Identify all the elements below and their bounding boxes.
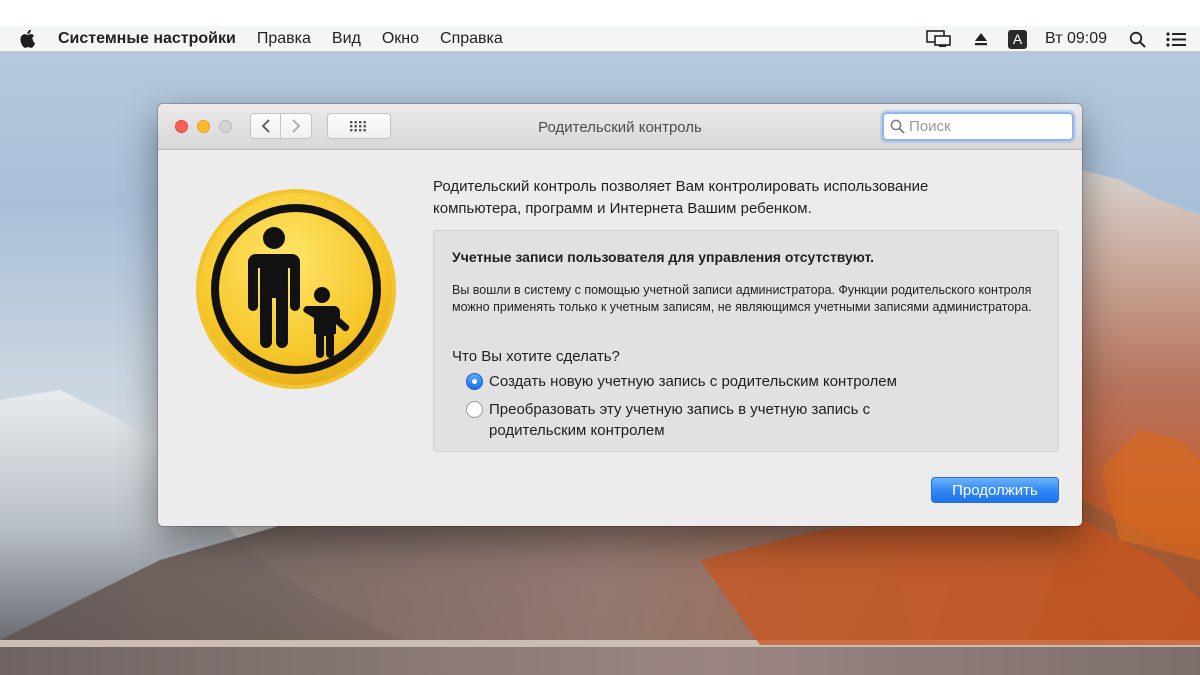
- search-input[interactable]: [909, 118, 1059, 135]
- window-content: Родительский контроль позволяет Вам конт…: [158, 150, 1082, 526]
- panel-heading: Учетные записи пользователя для управлен…: [452, 249, 874, 265]
- menu-edit[interactable]: Правка: [257, 30, 311, 48]
- action-question: Что Вы хотите сделать?: [452, 348, 620, 365]
- parental-controls-icon: [196, 189, 396, 389]
- screen-mirroring-icon[interactable]: [926, 30, 952, 48]
- intro-text: Родительский контроль позволяет Вам конт…: [433, 178, 929, 217]
- info-panel: Учетные записи пользователя для управлен…: [433, 230, 1059, 452]
- clock[interactable]: Вт 09:09: [1045, 30, 1107, 48]
- radio-create-account[interactable]: [466, 373, 483, 390]
- panel-description: Вы вошли в систему с помощью учетной зап…: [452, 283, 1032, 314]
- status-menus: A Вт 09:09: [926, 26, 1186, 52]
- continue-button[interactable]: Продолжить: [931, 477, 1059, 503]
- menu-help[interactable]: Справка: [440, 30, 503, 48]
- option-convert-account-label: Преобразовать эту учетную запись в учетн…: [489, 401, 871, 439]
- apple-icon[interactable]: [16, 28, 38, 50]
- spotlight-search-icon[interactable]: [1129, 31, 1146, 48]
- menu-view[interactable]: Вид: [332, 30, 361, 48]
- option-create-account[interactable]: Создать новую учетную запись с родительс…: [466, 371, 897, 392]
- eject-icon[interactable]: [974, 32, 988, 46]
- window-titlebar: Родительский контроль: [158, 104, 1082, 150]
- radio-convert-account[interactable]: [466, 401, 483, 418]
- input-source-label: A: [1012, 31, 1023, 47]
- search-field[interactable]: [882, 112, 1074, 141]
- input-source-icon[interactable]: A: [1008, 29, 1028, 49]
- option-convert-account[interactable]: Преобразовать эту учетную запись в учетн…: [466, 399, 909, 441]
- search-icon: [890, 119, 905, 134]
- menu-window[interactable]: Окно: [382, 30, 419, 48]
- menu-bar: Системные настройки Правка Вид Окно Спра…: [0, 26, 1200, 52]
- menu-app-name[interactable]: Системные настройки: [58, 30, 236, 48]
- parental-controls-window: Родительский контроль Поиск Родительский…: [158, 104, 1082, 526]
- option-create-account-label: Создать новую учетную запись с родительс…: [489, 373, 897, 390]
- top-strip: [0, 0, 1200, 26]
- notification-center-icon[interactable]: [1166, 31, 1186, 47]
